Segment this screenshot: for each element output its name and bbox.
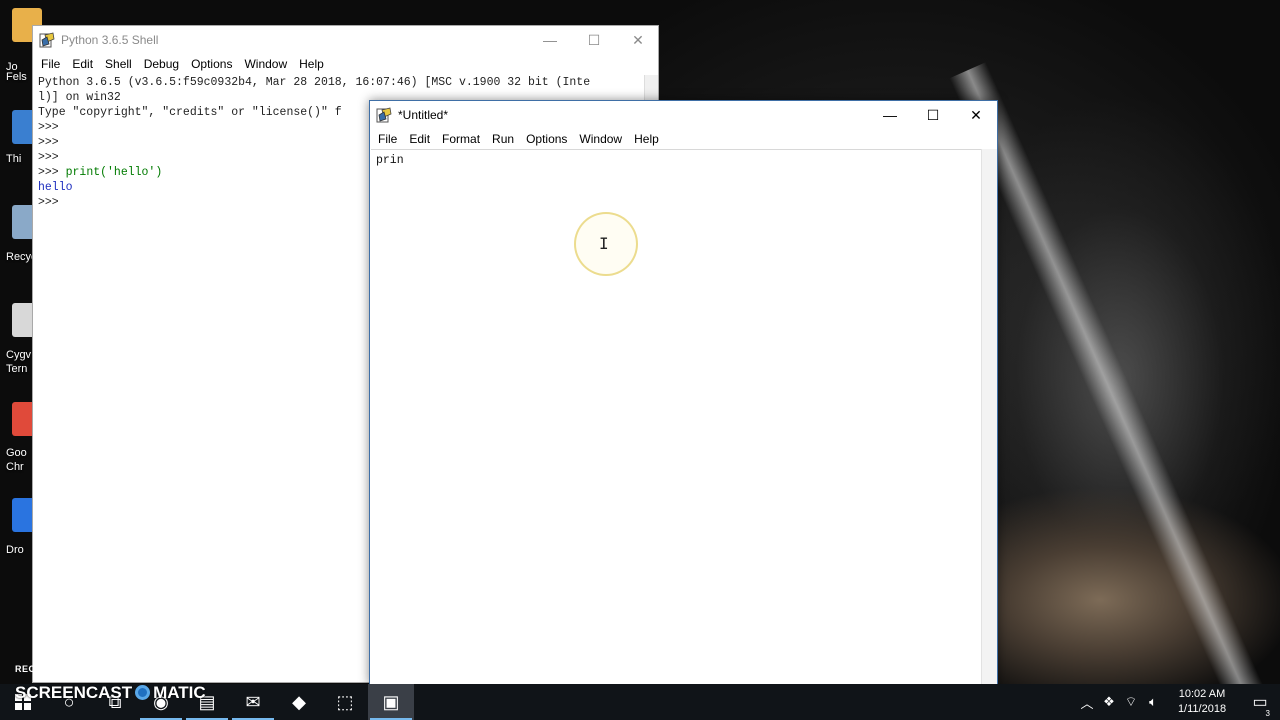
screencast-watermark: RECORDED WITH SCREENCAST MATIC <box>15 664 206 702</box>
volume-icon[interactable]: 🔈︎ <box>1142 694 1164 710</box>
shell-title: Python 3.6.5 Shell <box>61 33 159 47</box>
taskbar-python-idle-button[interactable]: ▣ <box>368 684 414 720</box>
clock-time: 10:02 AM <box>1178 688 1226 700</box>
idle-app-icon <box>376 107 392 123</box>
shell-menu-file[interactable]: File <box>35 54 66 74</box>
editor-menu-help[interactable]: Help <box>628 129 665 149</box>
close-icon: ✕ <box>970 106 982 123</box>
desktop-icon-label: Dro <box>6 544 24 556</box>
editor-menu-options[interactable]: Options <box>520 129 573 149</box>
watermark-caption: RECORDED WITH <box>15 664 99 674</box>
editor-menu-edit[interactable]: Edit <box>403 129 436 149</box>
editor-menu-format[interactable]: Format <box>436 129 486 149</box>
editor-menu-file[interactable]: File <box>372 129 403 149</box>
editor-menu-window[interactable]: Window <box>573 129 628 149</box>
shell-line-text: hello <box>38 181 73 194</box>
shell-maximize-button[interactable]: ☐ <box>572 26 616 54</box>
shell-line-text: >>> <box>38 136 66 149</box>
maximize-icon: ☐ <box>587 31 601 48</box>
shell-menu-help[interactable]: Help <box>293 54 330 74</box>
shell-input-code: print('hello') <box>65 166 163 179</box>
snipping-icon: ⬚ <box>336 691 354 712</box>
text-cursor-icon: I <box>599 234 609 253</box>
desktop-icon-label: Goo <box>6 447 27 459</box>
editor-window[interactable]: *Untitled* — ☐ ✕ File Edit Format Run Option… <box>369 100 998 685</box>
shell-menubar: File Edit Shell Debug Options Window Help <box>33 54 658 74</box>
editor-titlebar[interactable]: *Untitled* — ☐ ✕ <box>370 101 997 129</box>
shell-menu-edit[interactable]: Edit <box>66 54 99 74</box>
editor-scrollbar[interactable] <box>981 149 997 684</box>
editor-title: *Untitled* <box>398 108 449 122</box>
notification-button[interactable]: ▭ 3 <box>1240 692 1280 718</box>
shell-line-text: >>> <box>38 121 66 134</box>
editor-text-area[interactable]: prin <box>371 149 981 684</box>
watermark-right: MATIC <box>153 683 206 702</box>
notification-count: 3 <box>1265 709 1270 718</box>
idle-app-icon <box>39 32 55 48</box>
editor-menubar: File Edit Format Run Options Window Help <box>370 129 997 149</box>
python-idle-icon: ▣ <box>382 691 400 712</box>
desktop-icon-label: Fels <box>6 71 27 83</box>
taskbar-outlook-button[interactable]: ✉ <box>230 684 276 720</box>
minimize-icon: — <box>543 32 557 48</box>
shell-minimize-button[interactable]: — <box>528 26 572 54</box>
system-tray: ︿ ❖ ⌔ 🔈︎ 10:02 AM 1/11/2018 ▭ 3 <box>1076 684 1280 720</box>
clock[interactable]: 10:02 AM 1/11/2018 <box>1164 687 1240 717</box>
shell-line-text: >>> <box>38 151 66 164</box>
shell-line-text: Python 3.6.5 (v3.6.5:f59c0932b4, Mar 28 … <box>38 76 591 89</box>
taskbar-snipping-button[interactable]: ⬚ <box>322 684 368 720</box>
editor-minimize-button[interactable]: — <box>868 101 912 129</box>
shell-close-button[interactable]: ✕ <box>616 26 660 54</box>
desktop-icon-label: Thi <box>6 153 22 165</box>
shell-prompt: >>> <box>38 166 66 179</box>
desktop-icon-label: Chr <box>6 461 24 473</box>
shell-line: Python 3.6.5 (v3.6.5:f59c0932b4, Mar 28 … <box>38 75 640 90</box>
maximize-icon: ☐ <box>926 106 940 123</box>
green-app-icon: ◆ <box>292 691 306 712</box>
close-icon: ✕ <box>632 31 644 48</box>
shell-line-text: l)] on win32 <box>38 91 121 104</box>
watermark-logo: SCREENCAST MATIC <box>15 684 206 702</box>
wifi-icon[interactable]: ⌔ <box>1120 694 1142 710</box>
clock-date: 1/11/2018 <box>1177 703 1227 715</box>
watermark-left: SCREENCAST <box>15 683 133 702</box>
outlook-icon: ✉ <box>245 691 261 712</box>
shell-menu-shell[interactable]: Shell <box>99 54 138 74</box>
shell-menu-options[interactable]: Options <box>185 54 238 74</box>
shell-line-text: >>> <box>38 196 66 209</box>
desktop-icon-label: Tern <box>6 363 28 375</box>
shell-titlebar[interactable]: Python 3.6.5 Shell — ☐ ✕ <box>33 26 658 54</box>
shell-menu-window[interactable]: Window <box>238 54 293 74</box>
dropbox-icon[interactable]: ❖ <box>1098 694 1120 710</box>
editor-maximize-button[interactable]: ☐ <box>911 101 955 129</box>
editor-close-button[interactable]: ✕ <box>954 101 998 129</box>
chevron-up-icon[interactable]: ︿ <box>1076 693 1098 712</box>
minimize-icon: — <box>883 107 897 123</box>
taskbar-green-app-button[interactable]: ◆ <box>276 684 322 720</box>
editor-menu-run[interactable]: Run <box>486 129 520 149</box>
watermark-o-icon <box>135 685 151 700</box>
editor-code[interactable]: prin <box>376 153 404 168</box>
shell-menu-debug[interactable]: Debug <box>138 54 185 74</box>
desktop-icon-label: Cygv <box>6 349 32 361</box>
shell-line-text: Type "copyright", "credits" or "license(… <box>38 106 342 119</box>
